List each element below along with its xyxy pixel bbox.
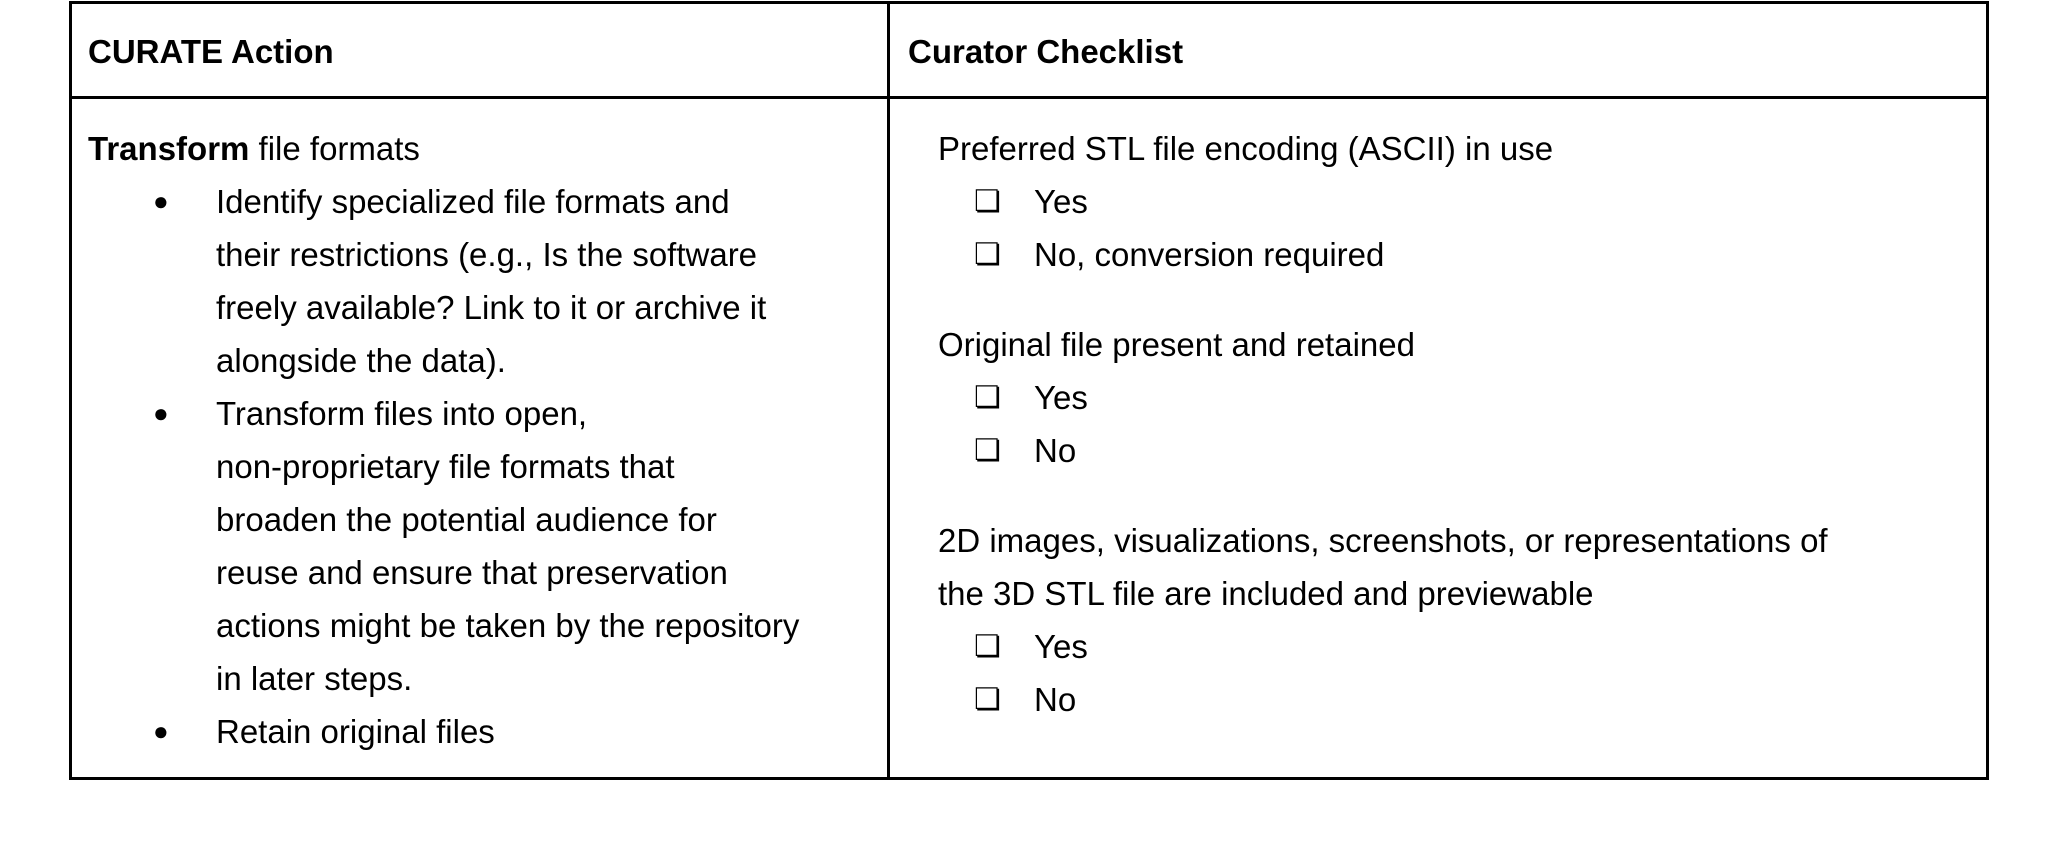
curation-table: CURATE Action Curator Checklist Transfor… (69, 1, 1989, 780)
option-label: No (1034, 681, 1077, 718)
header-divider (72, 96, 1986, 99)
action-bullet-item: ● Transform files into open, non-proprie… (88, 387, 878, 705)
option-label: No, conversion required (1034, 236, 1385, 273)
option-label: Yes (1034, 379, 1088, 416)
action-bullet-item: ● Retain original files (88, 705, 878, 758)
bullet-line: Identify specialized file formats and (216, 183, 730, 220)
bullet-line: their restrictions (e.g., Is the softwar… (216, 236, 758, 273)
option-label: Yes (1034, 628, 1088, 665)
bullet-dot-icon: ● (153, 398, 169, 428)
checklist-option[interactable]: ❏ Yes (938, 620, 1968, 673)
bullet-line: in later steps. (216, 660, 413, 697)
checkbox-icon[interactable]: ❏ (974, 371, 1001, 424)
header-curate-action: CURATE Action (88, 33, 334, 70)
bullet-line: broaden the potential audience for (216, 501, 717, 538)
checkbox-icon[interactable]: ❏ (974, 424, 1001, 477)
header-curator-checklist: Curator Checklist (908, 33, 1184, 70)
bullet-line: reuse and ensure that preservation (216, 554, 728, 591)
checklist-option[interactable]: ❏ No, conversion required (938, 228, 1968, 281)
bullet-line: freely available? Link to it or archive … (216, 289, 767, 326)
checklist-item-encoding: Preferred STL file encoding (ASCII) in u… (938, 122, 1968, 281)
checklist-question: Original file present and retained (938, 326, 1415, 363)
checklist-option[interactable]: ❏ No (938, 673, 1968, 726)
action-bullet-item: ● Identify specialized file formats and … (88, 175, 878, 387)
checklist-question: the 3D STL file are included and preview… (938, 575, 1594, 612)
column-divider (887, 4, 890, 777)
checkbox-icon[interactable]: ❏ (974, 175, 1001, 228)
checklist-question: Preferred STL file encoding (ASCII) in u… (938, 130, 1554, 167)
checklist-option[interactable]: ❏ Yes (938, 175, 1968, 228)
action-lead-rest: file formats (249, 130, 420, 167)
checklist-option[interactable]: ❏ No (938, 424, 1968, 477)
bullet-line: non-proprietary file formats that (216, 448, 675, 485)
bullet-line: Retain original files (216, 713, 495, 750)
checklist-item-original-file: Original file present and retained ❏ Yes… (938, 318, 1968, 477)
action-cell: Transform file formats ● Identify specia… (88, 122, 878, 758)
action-lead-bold: Transform (88, 130, 250, 167)
checklist-question: 2D images, visualizations, screenshots, … (938, 522, 1828, 559)
bullet-line: Transform files into open, (216, 395, 588, 432)
checkbox-icon[interactable]: ❏ (974, 228, 1001, 281)
checklist-item-2d-images: 2D images, visualizations, screenshots, … (938, 514, 1968, 726)
checklist-cell: Preferred STL file encoding (ASCII) in u… (938, 122, 1968, 763)
bullet-line: alongside the data). (216, 342, 506, 379)
option-label: Yes (1034, 183, 1088, 220)
bullet-line: actions might be taken by the repository (216, 607, 800, 644)
checklist-option[interactable]: ❏ Yes (938, 371, 1968, 424)
checkbox-icon[interactable]: ❏ (974, 673, 1001, 726)
bullet-dot-icon: ● (153, 186, 169, 216)
checkbox-icon[interactable]: ❏ (974, 620, 1001, 673)
option-label: No (1034, 432, 1077, 469)
action-lead: Transform file formats (88, 122, 878, 175)
action-bullet-list: ● Identify specialized file formats and … (88, 175, 878, 758)
bullet-dot-icon: ● (153, 716, 169, 746)
